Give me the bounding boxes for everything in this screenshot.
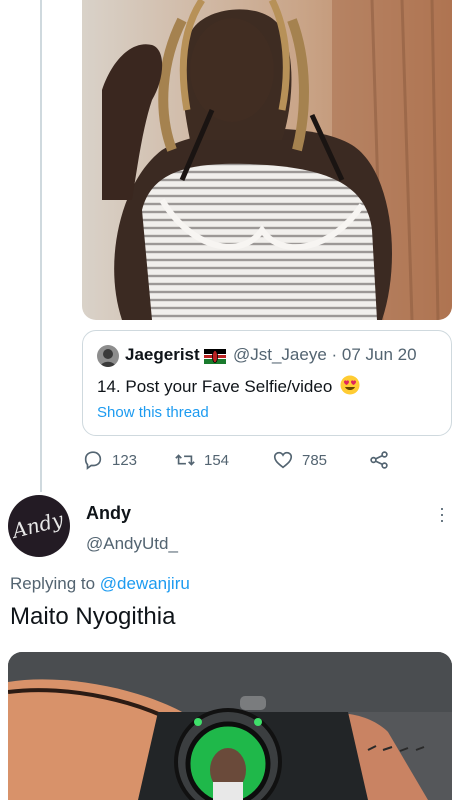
quoted-user-name[interactable]: Jaegerist [125, 345, 200, 365]
reply-button[interactable]: 123 [82, 448, 137, 472]
tweet-photo[interactable] [82, 0, 452, 320]
quoted-user-avatar[interactable] [97, 345, 119, 367]
reply-tweet-text: Maito Nyogithia [10, 603, 176, 630]
reply-count: 123 [112, 451, 138, 469]
reply-user-avatar[interactable]: Andy [8, 495, 70, 557]
retweet-button[interactable]: 154 [174, 448, 229, 472]
like-count: 785 [302, 451, 328, 469]
reply-icon [84, 451, 102, 470]
reply-user-name[interactable]: Andy [86, 503, 131, 524]
quoted-user-handle-date: @Jst_Jaeye · 07 Jun 20 [233, 345, 417, 364]
cartoon-watch-image [8, 652, 452, 800]
avatar-text: Andy [9, 507, 66, 543]
more-options-icon[interactable]: · · · [438, 499, 446, 529]
quoted-tweet-text: 14. Post your Fave Selfie/video [97, 375, 360, 397]
reply-tweet-media[interactable] [8, 652, 452, 800]
retweet-icon [175, 454, 195, 466]
share-icon [370, 451, 388, 469]
retweet-count: 154 [204, 451, 230, 469]
heart-icon [273, 451, 293, 469]
like-button[interactable]: 785 [272, 448, 327, 472]
replying-to-mention[interactable]: @dewanjiru [100, 574, 190, 593]
replying-to: Replying to @dewanjiru [10, 574, 190, 593]
quoted-tweet-card[interactable]: Jaegerist @Jst_Jaeye · 07 Jun 20 14. Pos… [82, 330, 452, 436]
thread-line [40, 0, 42, 492]
kenya-flag-icon [204, 349, 226, 364]
heart-eyes-emoji-icon [340, 375, 360, 395]
share-button[interactable] [368, 448, 398, 472]
reply-user-handle[interactable]: @AndyUtd_ [86, 534, 178, 554]
photo-illustration [82, 0, 452, 320]
show-thread-link[interactable]: Show this thread [97, 404, 209, 421]
